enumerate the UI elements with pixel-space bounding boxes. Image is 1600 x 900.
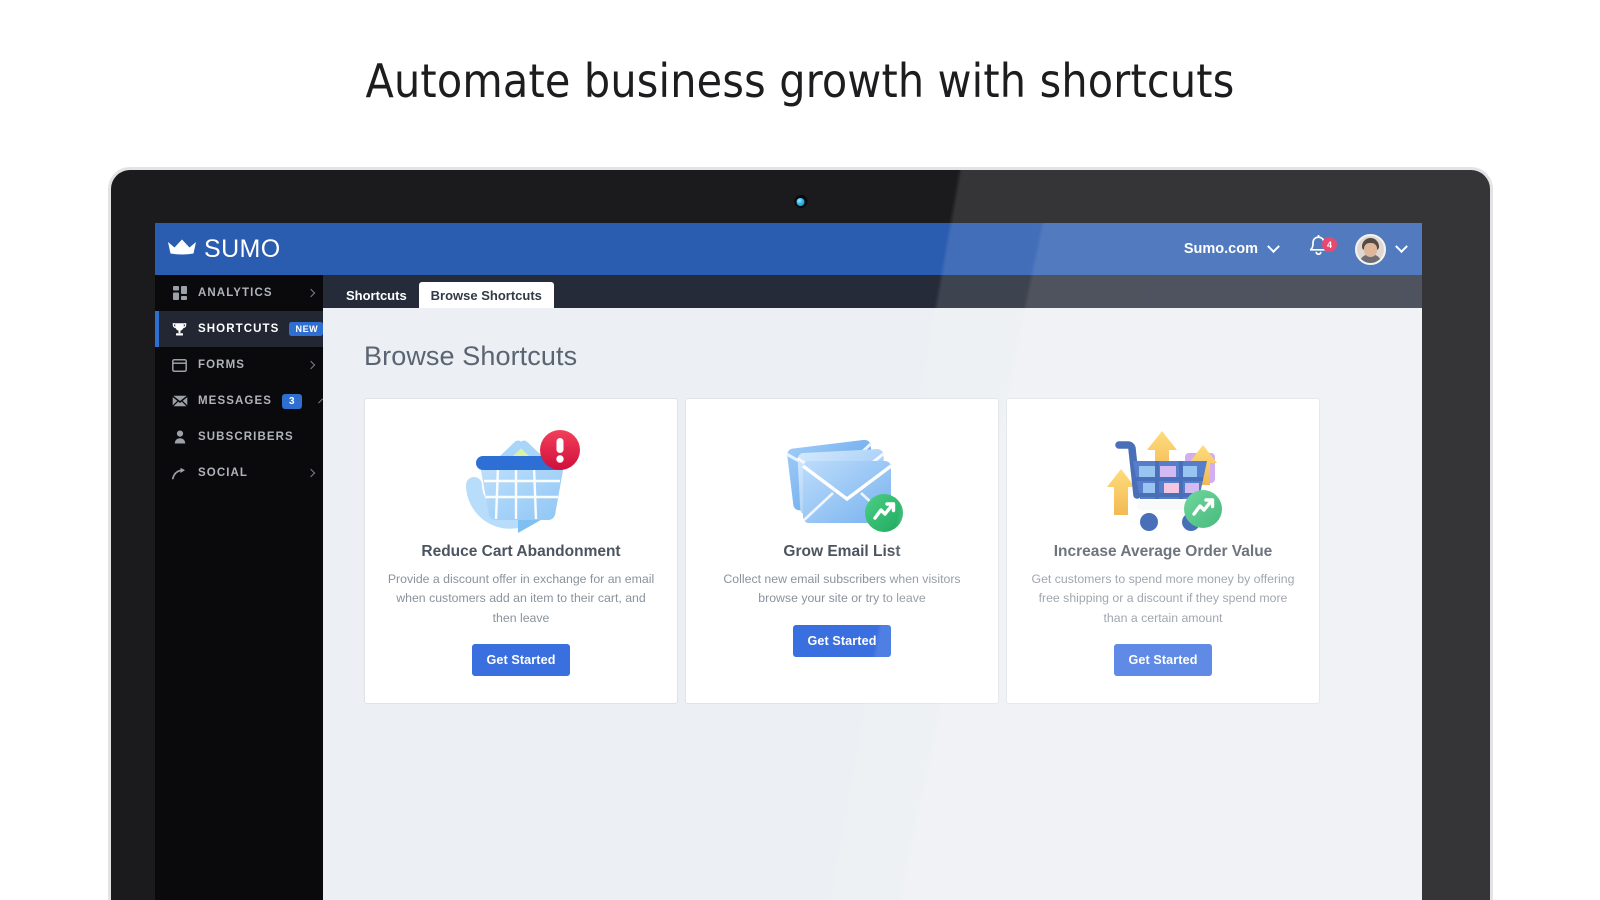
sumo-logo[interactable]: SUMO (155, 235, 323, 264)
app-topbar: SUMO Sumo.com 4 (155, 223, 1422, 275)
sidebar-item-label: MESSAGES (198, 395, 272, 407)
card-title: Reduce Cart Abandonment (421, 543, 621, 560)
main-content: Browse Shortcuts Reduce Cart Abandonment… (323, 308, 1422, 900)
share-icon (171, 467, 188, 480)
window-icon (171, 358, 188, 372)
page-root: Automate business growth with shortcuts … (0, 0, 1600, 900)
crown-icon (167, 238, 197, 260)
account-name: Sumo.com (1183, 241, 1258, 257)
chevron-down-icon (1267, 239, 1280, 253)
abandoned-cart-basket-illustration (460, 417, 582, 539)
card-description: Get customers to spend more money by off… (1031, 572, 1295, 625)
page-title: Browse Shortcuts (364, 341, 578, 371)
app-body: ANALYTICS SHORTCUTS NEW FORMS MESSAGES 3… (155, 275, 1422, 900)
stacked-envelopes-illustration (781, 417, 903, 539)
sidebar-item-shortcuts[interactable]: SHORTCUTS NEW (155, 311, 324, 347)
webcam-indicator (794, 195, 807, 208)
sidebar-item-label: FORMS (198, 359, 246, 371)
sidebar-item-messages[interactable]: MESSAGES 3 (155, 383, 323, 419)
notifications-button[interactable]: 4 (1292, 234, 1345, 263)
card-title: Increase Average Order Value (1053, 543, 1273, 560)
trophy-icon (171, 322, 188, 337)
envelope-icon (171, 395, 188, 407)
sidebar-item-social[interactable]: SOCIAL (155, 455, 323, 491)
tab-shortcuts[interactable]: Shortcuts (334, 282, 419, 308)
sidebar-item-label: ANALYTICS (198, 287, 273, 299)
sidebar-item-label: SUBSCRIBERS (198, 431, 294, 443)
sidebar-item-analytics[interactable]: ANALYTICS (155, 275, 323, 311)
tab-bar: Shortcuts Browse Shortcuts (323, 275, 1422, 308)
message-count-badge: 3 (281, 393, 302, 409)
shortcut-card[interactable]: Grow Email List Collect new email subscr… (685, 398, 999, 704)
sumo-logo-text: SUMO (204, 234, 281, 263)
topbar-right-group: Sumo.com 4 (1170, 223, 1422, 275)
avatar (1355, 233, 1386, 265)
sidebar-nav: ANALYTICS SHORTCUTS NEW FORMS MESSAGES 3… (155, 275, 324, 900)
user-menu[interactable] (1345, 233, 1408, 265)
sidebar-item-subscribers[interactable]: SUBSCRIBERS (155, 419, 323, 455)
get-started-button[interactable]: Get Started (1113, 644, 1213, 677)
chevron-right-icon (317, 398, 323, 404)
chevron-down-icon (1395, 239, 1408, 253)
shortcut-card[interactable]: Reduce Cart Abandonment Provide a discou… (364, 398, 678, 704)
laptop-screen: SUMO Sumo.com 4 ANALYTICS SHORTCUTS NEW … (155, 223, 1422, 900)
account-switcher[interactable]: Sumo.com (1170, 239, 1292, 257)
get-started-button[interactable]: Get Started (792, 624, 892, 657)
chevron-right-icon (306, 468, 316, 478)
sidebar-item-label: SOCIAL (198, 467, 249, 479)
page-headline: Automate business growth with shortcuts (365, 54, 1235, 108)
card-description: Collect new email subscribers when visit… (723, 572, 961, 606)
person-icon (171, 430, 188, 444)
status-badge-new: NEW (289, 322, 324, 336)
shortcut-card-list: Reduce Cart Abandonment Provide a discou… (364, 398, 1422, 704)
shortcut-card[interactable]: Increase Average Order Value Get custome… (1006, 398, 1320, 704)
tab-browse-shortcuts[interactable]: Browse Shortcuts (418, 282, 554, 308)
chevron-right-icon (306, 288, 316, 298)
laptop-device-frame: SUMO Sumo.com 4 ANALYTICS SHORTCUTS NEW … (108, 167, 1493, 900)
card-title: Grow Email List (783, 543, 901, 560)
shopping-cart-growth-illustration (1099, 417, 1227, 539)
notifications-count-badge: 4 (1322, 237, 1337, 252)
chevron-right-icon (306, 360, 316, 370)
grid-icon (171, 286, 188, 300)
get-started-button[interactable]: Get Started (471, 644, 571, 677)
sidebar-item-label: SHORTCUTS (198, 323, 280, 335)
card-description: Provide a discount offer in exchange for… (387, 572, 655, 625)
content-column: Shortcuts Browse Shortcuts Browse Shortc… (323, 275, 1422, 900)
sidebar-item-forms[interactable]: FORMS (155, 347, 323, 383)
